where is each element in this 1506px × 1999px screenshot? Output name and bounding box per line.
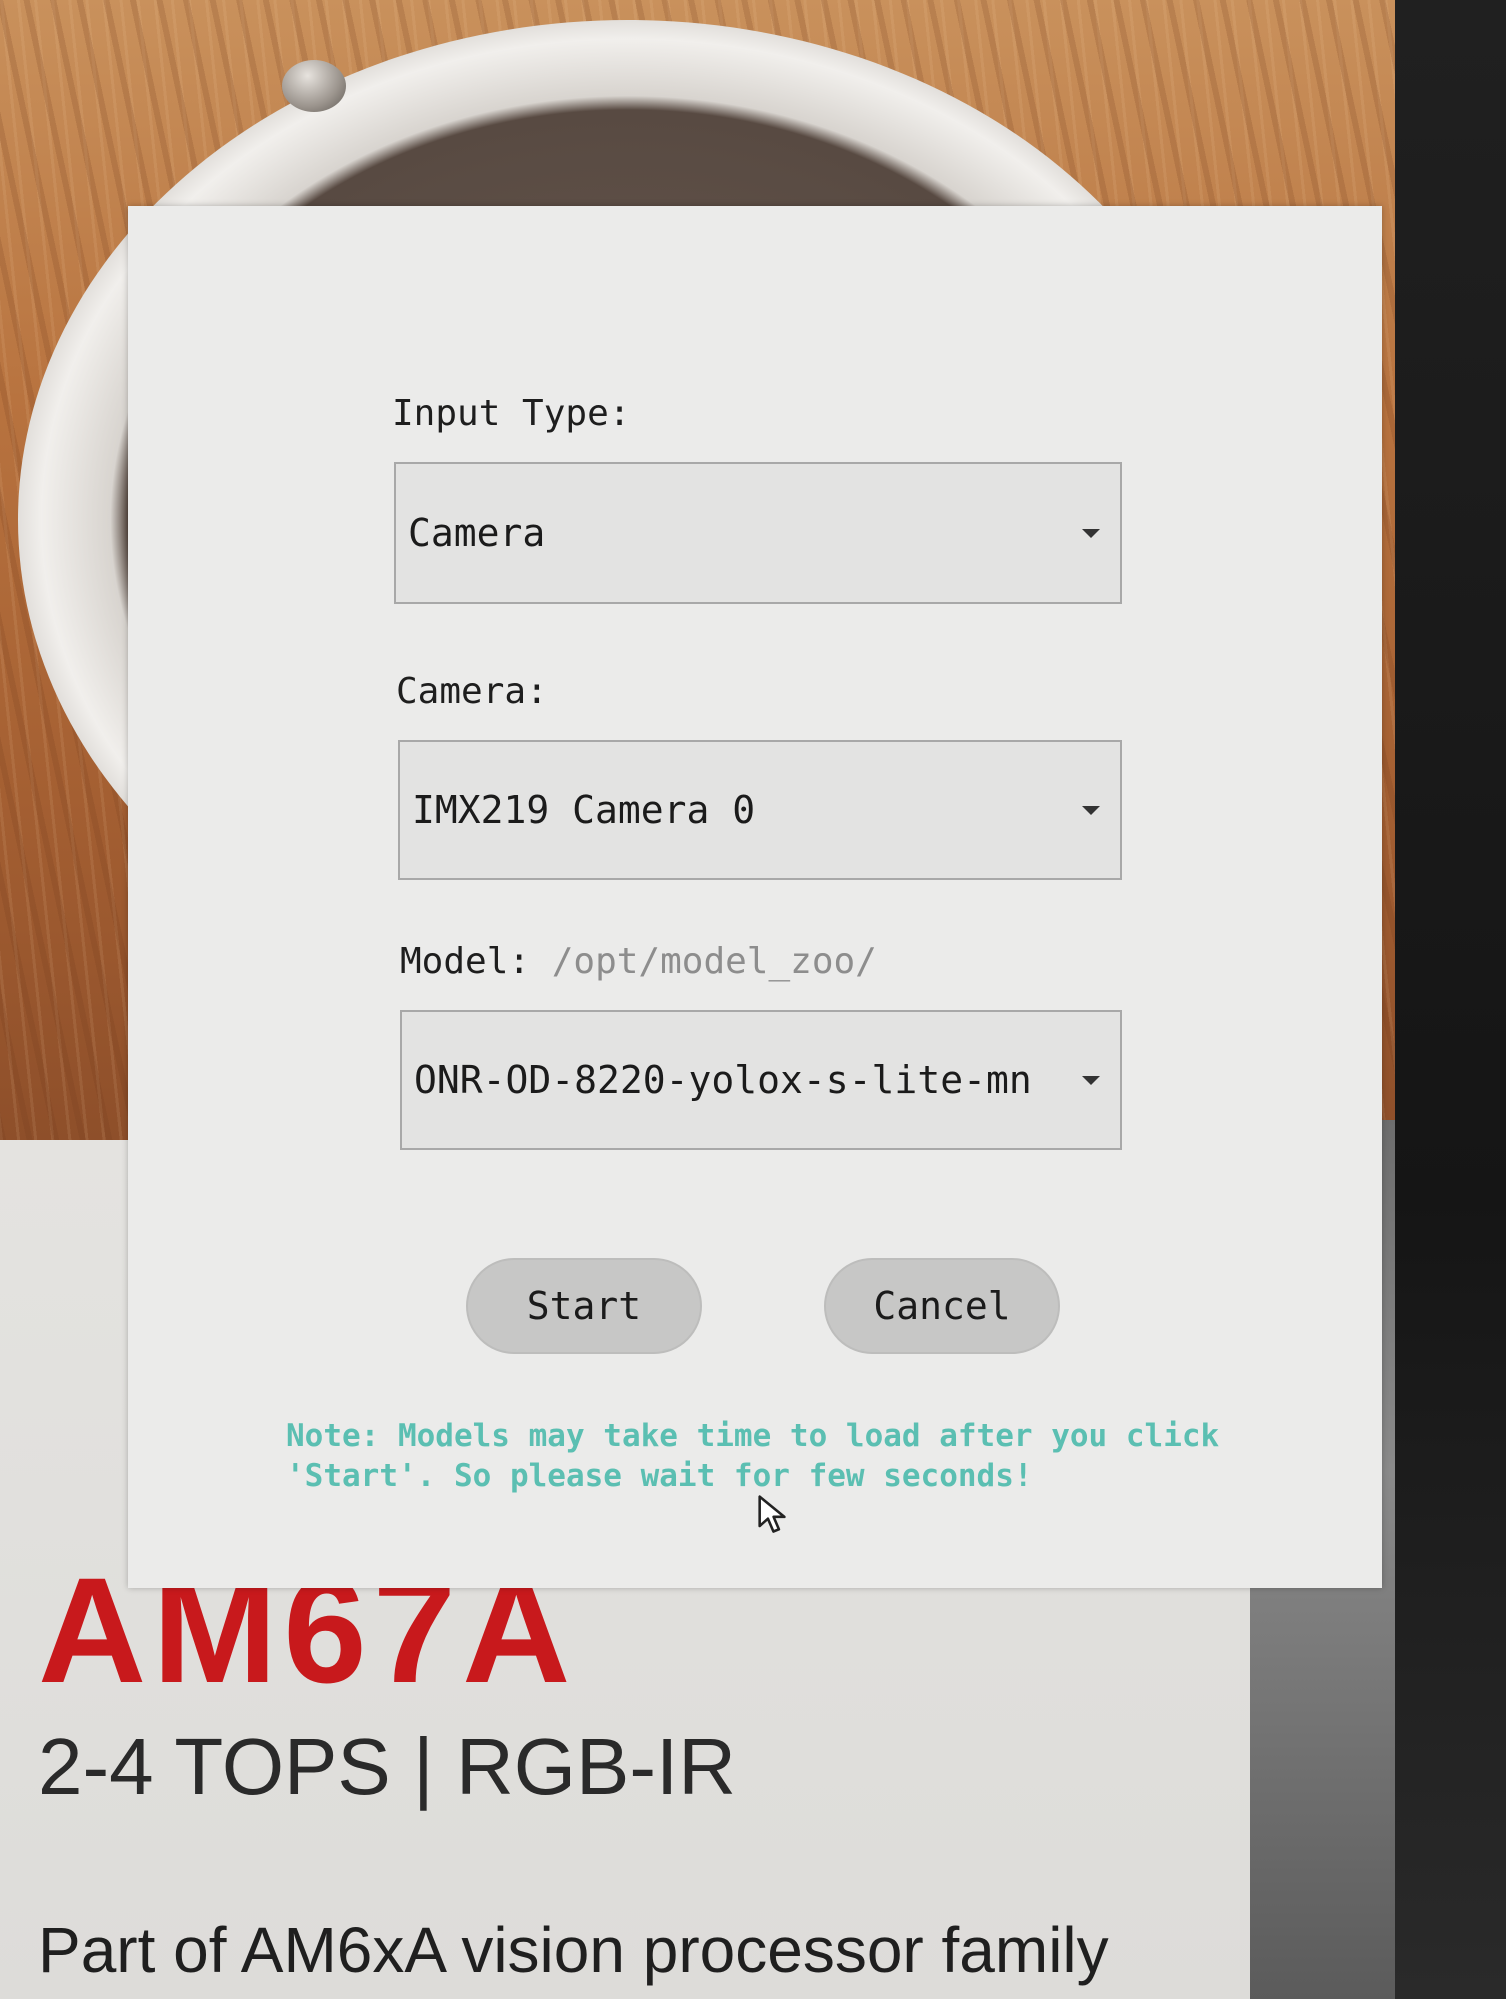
input-type-label: Input Type:	[392, 393, 631, 434]
background-robot-knob	[282, 60, 346, 112]
chevron-down-icon	[1082, 1076, 1100, 1085]
model-value: ONR-OD-8220-yolox-s-lite-mn	[414, 1058, 1032, 1102]
camera-label: Camera:	[396, 671, 548, 712]
camera-select[interactable]: IMX219 Camera 0	[398, 740, 1122, 880]
brand-subtitle: 2-4 TOPS | RGB-IR	[38, 1722, 737, 1811]
brand-tagline: Part of AM6xA vision processor family	[38, 1914, 1109, 1986]
chevron-down-icon	[1082, 806, 1100, 815]
chevron-down-icon	[1082, 529, 1100, 538]
camera-value: IMX219 Camera 0	[412, 788, 756, 832]
background-dark-edge	[1395, 0, 1506, 1999]
cancel-button-label: Cancel	[873, 1284, 1011, 1328]
model-path-hint: /opt/model_zoo/	[551, 941, 877, 982]
start-button-label: Start	[526, 1284, 642, 1328]
model-select[interactable]: ONR-OD-8220-yolox-s-lite-mn	[400, 1010, 1122, 1150]
model-label: Model:	[400, 941, 531, 982]
model-launch-dialog: Input Type: Camera Camera: IMX219 Camera…	[128, 206, 1382, 1588]
input-type-value: Camera	[408, 511, 546, 555]
mouse-cursor-icon	[758, 1495, 786, 1533]
start-button[interactable]: Start	[466, 1258, 702, 1354]
loading-note: Note: Models may take time to load after…	[286, 1418, 1220, 1494]
input-type-select[interactable]: Camera	[394, 462, 1122, 604]
cancel-button[interactable]: Cancel	[824, 1258, 1060, 1354]
model-label-row: Model: /opt/model_zoo/	[400, 940, 877, 984]
